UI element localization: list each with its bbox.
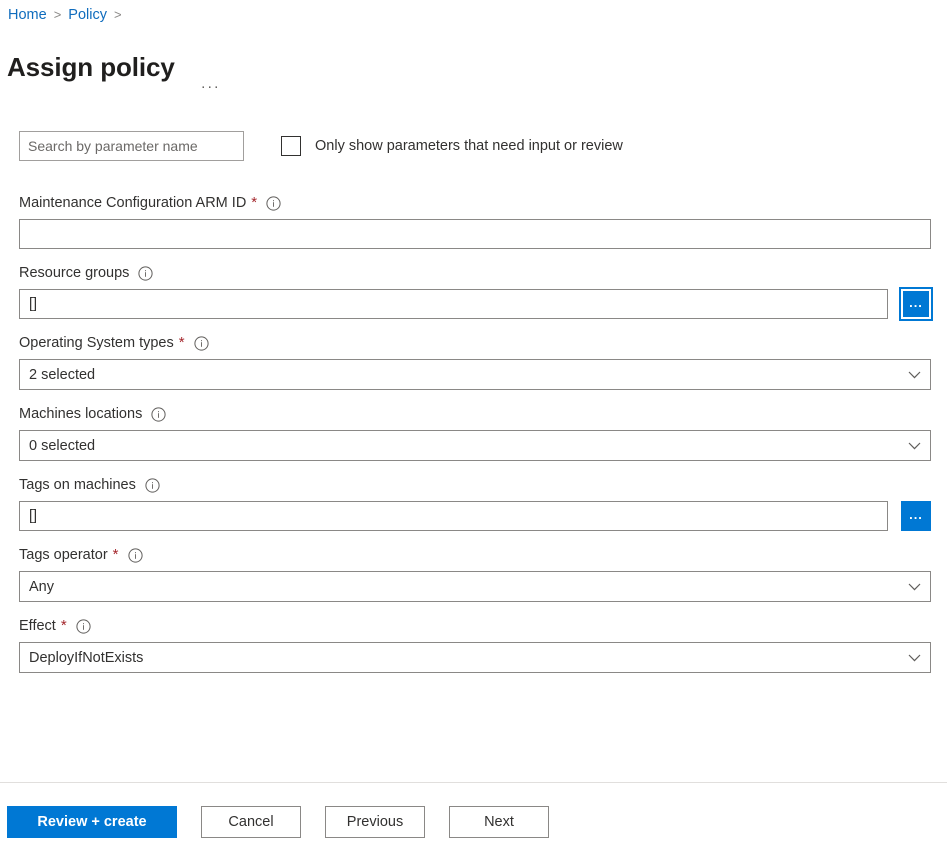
field-label-row: Effect * — [19, 616, 931, 636]
field-control — [19, 219, 931, 249]
next-button[interactable]: Next — [449, 806, 549, 838]
only-show-needed-checkbox-row[interactable]: Only show parameters that need input or … — [281, 136, 623, 156]
required-asterisk: * — [251, 194, 258, 211]
field-label: Tags on machines — [19, 477, 136, 493]
field-machines-locations: Machines locations 0 selected — [19, 404, 931, 461]
chevron-down-icon — [898, 572, 930, 601]
info-icon[interactable] — [76, 618, 91, 634]
field-label: Effect — [19, 618, 56, 634]
required-asterisk: * — [112, 546, 119, 563]
dropdown-value: DeployIfNotExists — [29, 649, 144, 666]
field-label-row: Resource groups — [19, 263, 931, 283]
resource-groups-input[interactable] — [19, 289, 888, 319]
required-asterisk: * — [178, 334, 185, 351]
required-asterisk: * — [60, 617, 67, 634]
more-options-icon[interactable]: ··· — [197, 78, 225, 96]
field-label: Tags operator — [19, 547, 108, 563]
chevron-down-icon — [898, 360, 930, 389]
parameter-filter-row: Only show parameters that need input or … — [19, 131, 623, 161]
field-control: 0 selected — [19, 430, 931, 461]
dropdown-value: 2 selected — [29, 366, 96, 383]
info-icon[interactable] — [127, 547, 143, 563]
only-show-needed-label: Only show parameters that need input or … — [315, 138, 623, 154]
tags-operator-dropdown[interactable]: Any — [19, 571, 931, 602]
info-icon[interactable] — [138, 265, 154, 281]
field-control: 2 selected — [19, 359, 931, 390]
footer-actions: Review + create Cancel Previous Next — [7, 806, 549, 838]
ellipsis-icon: ... — [909, 506, 923, 522]
footer-divider — [0, 782, 947, 783]
field-control: Any — [19, 571, 931, 602]
field-label: Maintenance Configuration ARM ID — [19, 195, 247, 211]
breadcrumb-separator-1: > — [53, 7, 62, 22]
tags-on-machines-browse-button[interactable]: ... — [901, 501, 931, 531]
field-control: ... — [19, 501, 931, 531]
field-label: Resource groups — [19, 265, 130, 281]
machines-locations-dropdown[interactable]: 0 selected — [19, 430, 931, 461]
field-tags-operator: Tags operator * Any — [19, 545, 931, 602]
field-control: DeployIfNotExists — [19, 642, 931, 673]
search-input[interactable] — [19, 131, 244, 161]
field-label: Machines locations — [19, 406, 143, 422]
info-icon[interactable] — [193, 335, 209, 351]
field-label: Operating System types — [19, 335, 174, 351]
breadcrumb-item-policy[interactable]: Policy — [68, 4, 107, 26]
field-label-row: Machines locations — [19, 404, 931, 424]
breadcrumb: Home > Policy > — [8, 4, 129, 26]
info-icon[interactable] — [145, 477, 160, 493]
resource-groups-browse-button[interactable]: ... — [901, 289, 931, 319]
review-create-button[interactable]: Review + create — [7, 806, 177, 838]
dropdown-value: 0 selected — [29, 437, 96, 454]
field-tags-on-machines: Tags on machines ... — [19, 475, 931, 531]
field-effect: Effect * DeployIfNotExists — [19, 616, 931, 673]
ellipsis-icon: ... — [909, 294, 923, 310]
page-header: Assign policy ··· — [7, 33, 224, 102]
effect-dropdown[interactable]: DeployIfNotExists — [19, 642, 931, 673]
dropdown-value: Any — [29, 578, 54, 595]
chevron-down-icon — [898, 643, 930, 672]
field-operating-system-types: Operating System types * 2 selected — [19, 333, 931, 390]
field-resource-groups: Resource groups ... — [19, 263, 931, 319]
field-label-row: Tags on machines — [19, 475, 931, 495]
operating-system-types-dropdown[interactable]: 2 selected — [19, 359, 931, 390]
info-icon[interactable] — [266, 195, 281, 211]
assign-policy-page: Home > Policy > Assign policy ··· Only s… — [0, 0, 947, 855]
cancel-button[interactable]: Cancel — [201, 806, 301, 838]
field-label-row: Tags operator * — [19, 545, 931, 565]
maintenance-configuration-arm-id-input[interactable] — [19, 219, 931, 249]
breadcrumb-separator-2: > — [113, 7, 122, 22]
chevron-down-icon — [898, 431, 930, 460]
page-title: Assign policy — [7, 52, 175, 83]
tags-on-machines-input[interactable] — [19, 501, 888, 531]
parameters-list: Maintenance Configuration ARM ID * Resou… — [19, 193, 931, 673]
field-maintenance-configuration-arm-id: Maintenance Configuration ARM ID * — [19, 193, 931, 249]
field-label-row: Operating System types * — [19, 333, 931, 353]
field-control: ... — [19, 289, 931, 319]
only-show-needed-checkbox[interactable] — [281, 136, 301, 156]
info-icon[interactable] — [151, 406, 166, 422]
previous-button[interactable]: Previous — [325, 806, 425, 838]
field-label-row: Maintenance Configuration ARM ID * — [19, 193, 931, 213]
breadcrumb-item-home[interactable]: Home — [8, 4, 47, 26]
